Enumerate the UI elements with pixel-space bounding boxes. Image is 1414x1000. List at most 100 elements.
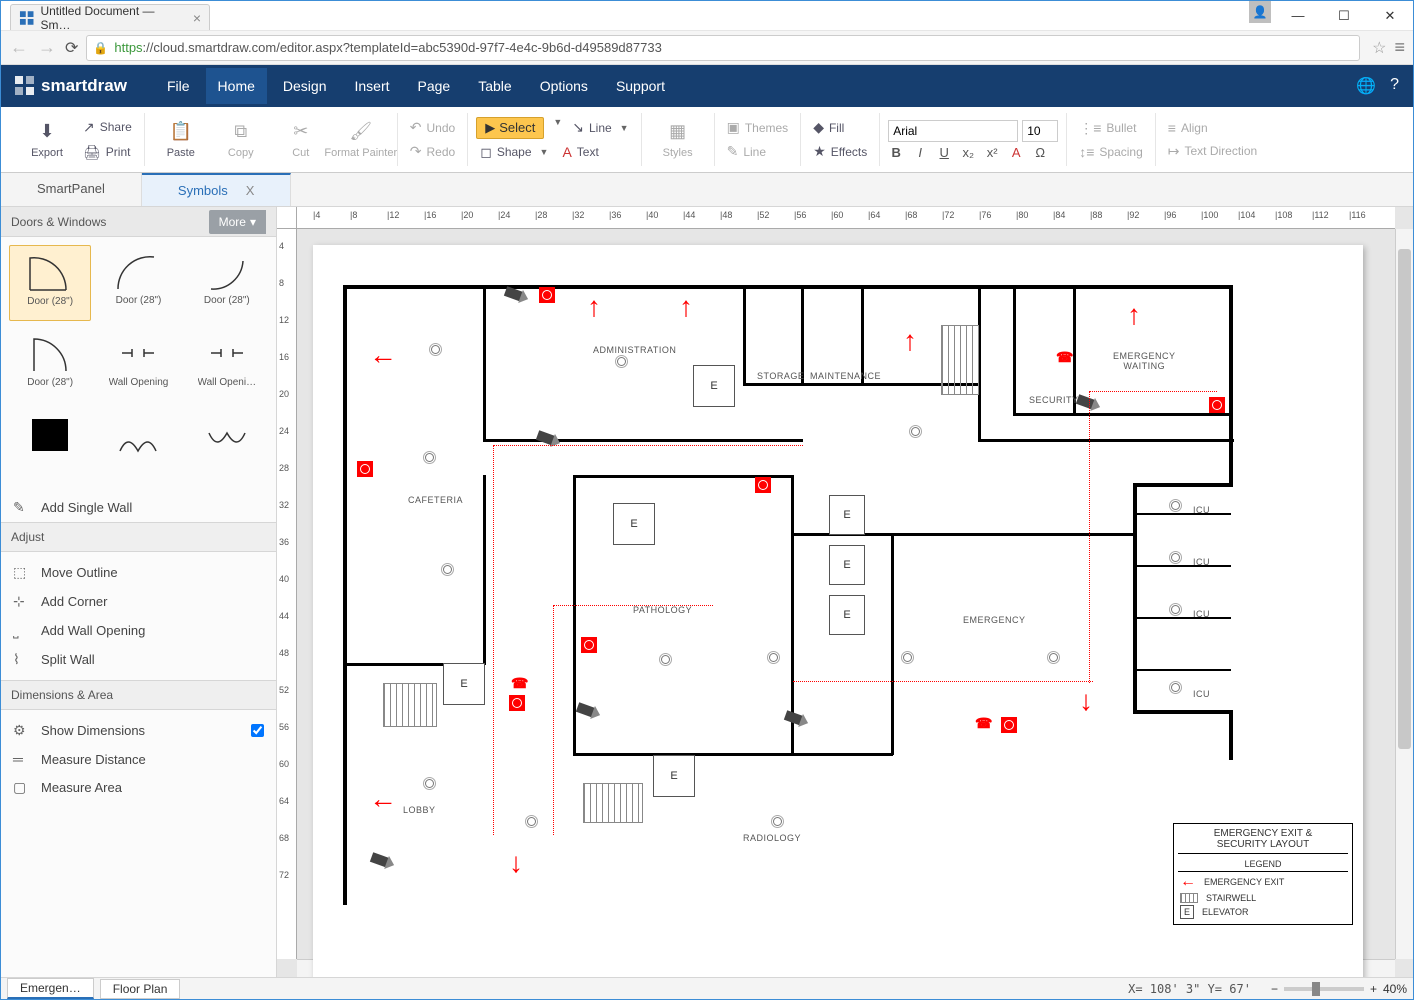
symbol-door-1[interactable]: Door (28") — [9, 245, 91, 321]
styles-button[interactable]: ▦Styles — [650, 119, 706, 161]
measure-area-button[interactable]: ▢Measure Area — [1, 773, 276, 802]
bold-button[interactable]: B — [888, 145, 904, 160]
copy-button[interactable]: ⧉Copy — [213, 119, 269, 161]
font-family-input[interactable] — [888, 120, 1018, 142]
help-icon[interactable]: ? — [1390, 76, 1399, 96]
menu-table[interactable]: Table — [466, 68, 523, 104]
globe-icon[interactable]: 🌐 — [1356, 76, 1376, 96]
reload-icon[interactable]: ⟳ — [65, 38, 78, 58]
redo-button[interactable]: ↷Redo — [406, 141, 459, 162]
app-logo[interactable]: smartdraw — [15, 76, 127, 96]
italic-button[interactable]: I — [912, 145, 928, 160]
symbol-wall-opening-2[interactable]: Wall Openi… — [186, 327, 268, 403]
vertical-scrollbar[interactable] — [1395, 229, 1413, 959]
symbol-double-door-1[interactable] — [97, 409, 179, 485]
user-avatar-icon[interactable]: 👤 — [1249, 1, 1271, 23]
menu-insert[interactable]: Insert — [343, 68, 402, 104]
undo-button[interactable]: ↶Undo — [406, 117, 459, 138]
window-maximize-button[interactable]: ☐ — [1321, 1, 1367, 31]
show-dimensions-toggle[interactable]: ⚙Show Dimensions — [1, 716, 276, 745]
zoom-value: 40% — [1383, 982, 1407, 996]
page-tab-floorplan[interactable]: Floor Plan — [100, 979, 181, 999]
fill-button[interactable]: ◆Fill — [809, 117, 871, 138]
browser-tab-title: Untitled Document — Sm… — [40, 4, 182, 32]
measure-distance-button[interactable]: ═Measure Distance — [1, 745, 276, 773]
text-button[interactable]: AText — [558, 142, 602, 163]
menu-home[interactable]: Home — [206, 68, 267, 104]
menu-page[interactable]: Page — [406, 68, 463, 104]
page-tab-emergency[interactable]: Emergen… — [7, 978, 94, 999]
print-button[interactable]: 🖨Print — [79, 142, 136, 163]
line-button[interactable]: ↘Line▼ — [568, 117, 632, 139]
close-icon[interactable]: X — [246, 183, 255, 198]
zoom-out-icon[interactable]: − — [1271, 982, 1278, 996]
export-button[interactable]: ⬇Export — [19, 117, 75, 163]
symbol-solid[interactable] — [9, 409, 91, 485]
menu-design[interactable]: Design — [271, 68, 339, 104]
ruler-corner — [277, 207, 297, 229]
line-icon: ↘ — [572, 119, 584, 136]
select-button[interactable]: ▶Select — [476, 117, 544, 139]
symbol-door-4[interactable]: Door (28") — [9, 327, 91, 403]
nav-forward-icon[interactable]: → — [37, 37, 57, 58]
show-dimensions-checkbox[interactable] — [251, 724, 264, 737]
window-close-button[interactable]: ✕ — [1367, 1, 1413, 31]
font-color-button[interactable]: A — [1008, 145, 1024, 160]
bullet-button[interactable]: ⋮≡Bullet — [1075, 118, 1147, 139]
align-button[interactable]: ≡Align — [1164, 118, 1261, 138]
spacing-button[interactable]: ↕≡Spacing — [1075, 142, 1147, 162]
copy-icon: ⧉ — [234, 121, 247, 142]
tab-symbols[interactable]: SymbolsX — [142, 173, 292, 206]
zoom-control[interactable]: − + 40% — [1271, 982, 1407, 996]
effects-button[interactable]: ★Effects — [809, 141, 871, 162]
select-dropdown-icon[interactable]: ▼ — [553, 117, 562, 139]
symbol-door-3[interactable]: Door (28") — [186, 245, 268, 321]
text-direction-icon: ↦ — [1168, 143, 1180, 160]
omega-button[interactable]: Ω — [1032, 145, 1048, 160]
subscript-button[interactable]: x₂ — [960, 145, 976, 160]
cut-button[interactable]: ✂Cut — [273, 119, 329, 161]
themes-button[interactable]: ▣Themes — [723, 117, 793, 138]
menu-file[interactable]: File — [155, 68, 202, 104]
window-minimize-button[interactable]: — — [1275, 1, 1321, 31]
share-button[interactable]: ↗Share — [79, 117, 136, 138]
bullet-icon: ⋮≡ — [1079, 120, 1101, 137]
scrollbar-thumb[interactable] — [1398, 249, 1411, 749]
split-wall-button[interactable]: ⌇Split Wall — [1, 645, 276, 674]
superscript-button[interactable]: x² — [984, 145, 1000, 160]
paste-icon: 📋 — [170, 121, 192, 142]
label-administration: ADMINISTRATION — [593, 345, 676, 355]
tab-close-icon[interactable]: × — [193, 10, 201, 26]
browser-menu-icon[interactable]: ≡ — [1394, 37, 1405, 58]
more-button[interactable]: More ▾ — [209, 210, 266, 234]
add-corner-button[interactable]: ⊹Add Corner — [1, 587, 276, 616]
menu-options[interactable]: Options — [528, 68, 600, 104]
add-wall-opening-button[interactable]: ⎵Add Wall Opening — [1, 616, 276, 645]
symbol-double-door-2[interactable] — [186, 409, 268, 485]
canvas[interactable]: |4|8|12|16|20|24|28|32|36|40|44|48|52|56… — [277, 207, 1413, 977]
adjust-section-header: Adjust — [1, 522, 276, 552]
drawing-page[interactable]: ADMINISTRATION STORAGE MAINTENANCE SECUR… — [313, 245, 1363, 977]
line-style-button[interactable]: ✎Line — [723, 141, 793, 162]
bookmark-icon[interactable]: ☆ — [1372, 38, 1386, 58]
format-painter-button[interactable]: 🖌Format Painter — [333, 119, 389, 161]
menu-support[interactable]: Support — [604, 68, 677, 104]
browser-tab[interactable]: Untitled Document — Sm… × — [10, 4, 210, 30]
text-direction-button[interactable]: ↦Text Direction — [1164, 141, 1261, 162]
symbol-door-2[interactable]: Door (28") — [97, 245, 179, 321]
nav-back-icon[interactable]: ← — [9, 37, 29, 58]
shape-button[interactable]: ◻Shape▼ — [476, 142, 552, 163]
label-pathology: PATHOLOGY — [633, 605, 692, 615]
add-single-wall-button[interactable]: ✎Add Single Wall — [1, 493, 276, 522]
url-input[interactable]: 🔒 https://cloud.smartdraw.com/editor.asp… — [86, 35, 1360, 61]
paste-button[interactable]: 📋Paste — [153, 119, 209, 161]
smartdraw-favicon-icon — [19, 10, 34, 26]
label-lobby: LOBBY — [403, 805, 436, 815]
symbol-wall-opening[interactable]: Wall Opening — [97, 327, 179, 403]
underline-button[interactable]: U — [936, 145, 952, 160]
tab-smartpanel[interactable]: SmartPanel — [1, 173, 142, 206]
move-outline-button[interactable]: ⬚Move Outline — [1, 558, 276, 587]
font-size-input[interactable] — [1022, 120, 1058, 142]
zoom-in-icon[interactable]: + — [1370, 982, 1377, 996]
zoom-slider[interactable] — [1284, 987, 1364, 991]
